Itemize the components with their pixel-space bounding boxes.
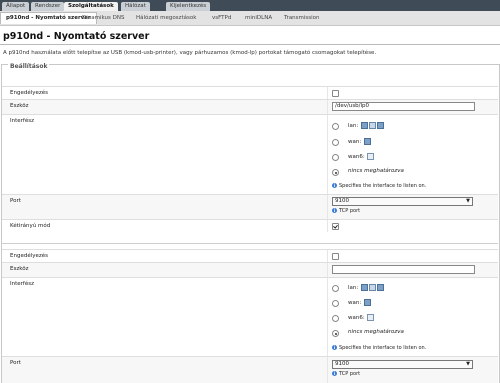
option-wan6: wan6: [348,153,375,160]
sub-navigation: p910nd - Nyomtató szerver Dinamikus DNS … [0,11,500,26]
radio-lan[interactable] [332,123,339,130]
row-interface-2: Interfész lan: wan: wan6: nincs meghatár… [2,277,498,356]
tab-system[interactable]: Rendszer [31,2,65,11]
tab-services[interactable]: Szolgáltatások [64,2,118,11]
device-input-2[interactable] [332,265,475,274]
port-hint: i TCP port [332,208,360,214]
row-interface: Interfész lan: wan: wan6: nincs meghatár… [2,114,498,194]
option-wan-2: wan: [348,299,371,306]
info-icon: i [332,208,337,213]
top-navigation: Állapot Rendszer Szolgáltatások Hálózat … [0,0,500,11]
network-icon [361,284,368,291]
option-lan-2: lan: [348,284,384,291]
port-hint-2: i TCP port [332,371,360,377]
computer-icon [367,153,375,160]
subtab-network-shares[interactable]: Hálózati megosztások [131,13,201,24]
radio-wan-2[interactable] [332,300,339,307]
option-lan-label: lan: [348,123,359,129]
option-lan-label: lan: [348,285,359,291]
network-icon [361,122,368,129]
info-icon: i [332,183,337,188]
row-device-2: Eszköz [2,262,498,277]
option-wan6-2: wan6: [348,314,375,321]
port-label: Port [10,198,21,204]
interface-label: Interfész [10,118,34,124]
bidirectional-label: Kétirányú mód [10,223,51,229]
radio-wan[interactable] [332,139,339,146]
info-icon: i [332,371,337,376]
enabled-checkbox-2[interactable] [332,253,339,260]
port-hint-text: TCP port [339,208,361,214]
page-description: A p910nd használata előtt telepítse az U… [3,50,377,56]
enabled-checkbox[interactable] [332,90,339,97]
radio-wan6-2[interactable] [332,315,339,322]
page-title: p910nd - Nyomtató szerver [3,31,150,42]
port-label: Port [10,360,21,366]
section-title: Beállítások [8,63,50,70]
port-hint-text: TCP port [339,371,361,377]
interface-hint-text: Specifies the interface to listen on. [339,183,427,189]
network-icon [363,138,371,145]
info-icon: i [332,345,337,350]
enabled-label: Engedélyezés [10,253,49,259]
interface-hint-text: Specifies the interface to listen on. [339,345,427,351]
enabled-label: Engedélyezés [10,90,49,96]
option-wan6-label: wan6: [348,315,365,321]
row-bidirectional: Kétirányú mód [2,219,498,232]
wifi-icon [369,284,376,291]
radio-lan-2[interactable] [332,285,339,292]
row-enabled-2: Engedélyezés [2,249,498,262]
subtab-vsftpd[interactable]: vsFTPd [207,13,236,24]
option-unspecified: nincs meghatározva [348,168,404,174]
interface-hint: i Specifies the interface to listen on. [332,183,426,189]
section-divider [2,243,498,244]
option-unspecified-2: nincs meghatározva [348,329,404,335]
port-select-2[interactable]: 9100 ▼ [332,360,473,369]
network-icon [377,284,384,291]
bidirectional-checkbox[interactable] [332,223,339,230]
port-select-value: 9100 [335,361,349,367]
device-label: Eszköz [10,103,29,109]
network-icon [363,299,371,306]
tab-network[interactable]: Hálózat [121,2,150,11]
computer-icon [367,314,375,321]
option-wan6-label: wan6: [348,154,365,160]
option-lan: lan: [348,122,384,129]
radio-unspecified[interactable] [332,169,339,176]
row-port: Port 9100 ▼ i TCP port [2,194,498,219]
device-input[interactable]: /dev/usb/lp0 [332,102,475,111]
port-select-value: 9100 [335,198,349,204]
radio-wan6[interactable] [332,154,339,161]
subtab-ddns[interactable]: Dinamikus DNS [77,13,129,24]
network-icon [377,122,384,129]
row-port-2: Port 9100 ▼ i TCP port [2,356,498,383]
row-enabled: Engedélyezés [2,86,498,99]
tab-status[interactable]: Állapot [2,2,30,11]
dropdown-arrow-icon: ▼ [466,198,470,204]
subtab-minidlna[interactable]: miniDLNA [240,13,277,24]
row-device: Eszköz /dev/usb/lp0 [2,99,498,114]
option-wan: wan: [348,138,371,145]
wifi-icon [369,122,376,129]
device-label: Eszköz [10,266,29,272]
subtab-transmission[interactable]: Transmission [279,13,325,24]
option-wan-label: wan: [348,300,362,306]
option-wan-label: wan: [348,139,362,145]
port-select[interactable]: 9100 ▼ [332,197,473,206]
interface-label: Interfész [10,281,34,287]
interface-hint-2: i Specifies the interface to listen on. [332,345,426,351]
dropdown-arrow-icon: ▼ [466,361,470,367]
title-divider [0,44,500,45]
radio-unspecified-2[interactable] [332,330,339,337]
tab-logout[interactable]: Kijelentkezés [166,2,211,11]
